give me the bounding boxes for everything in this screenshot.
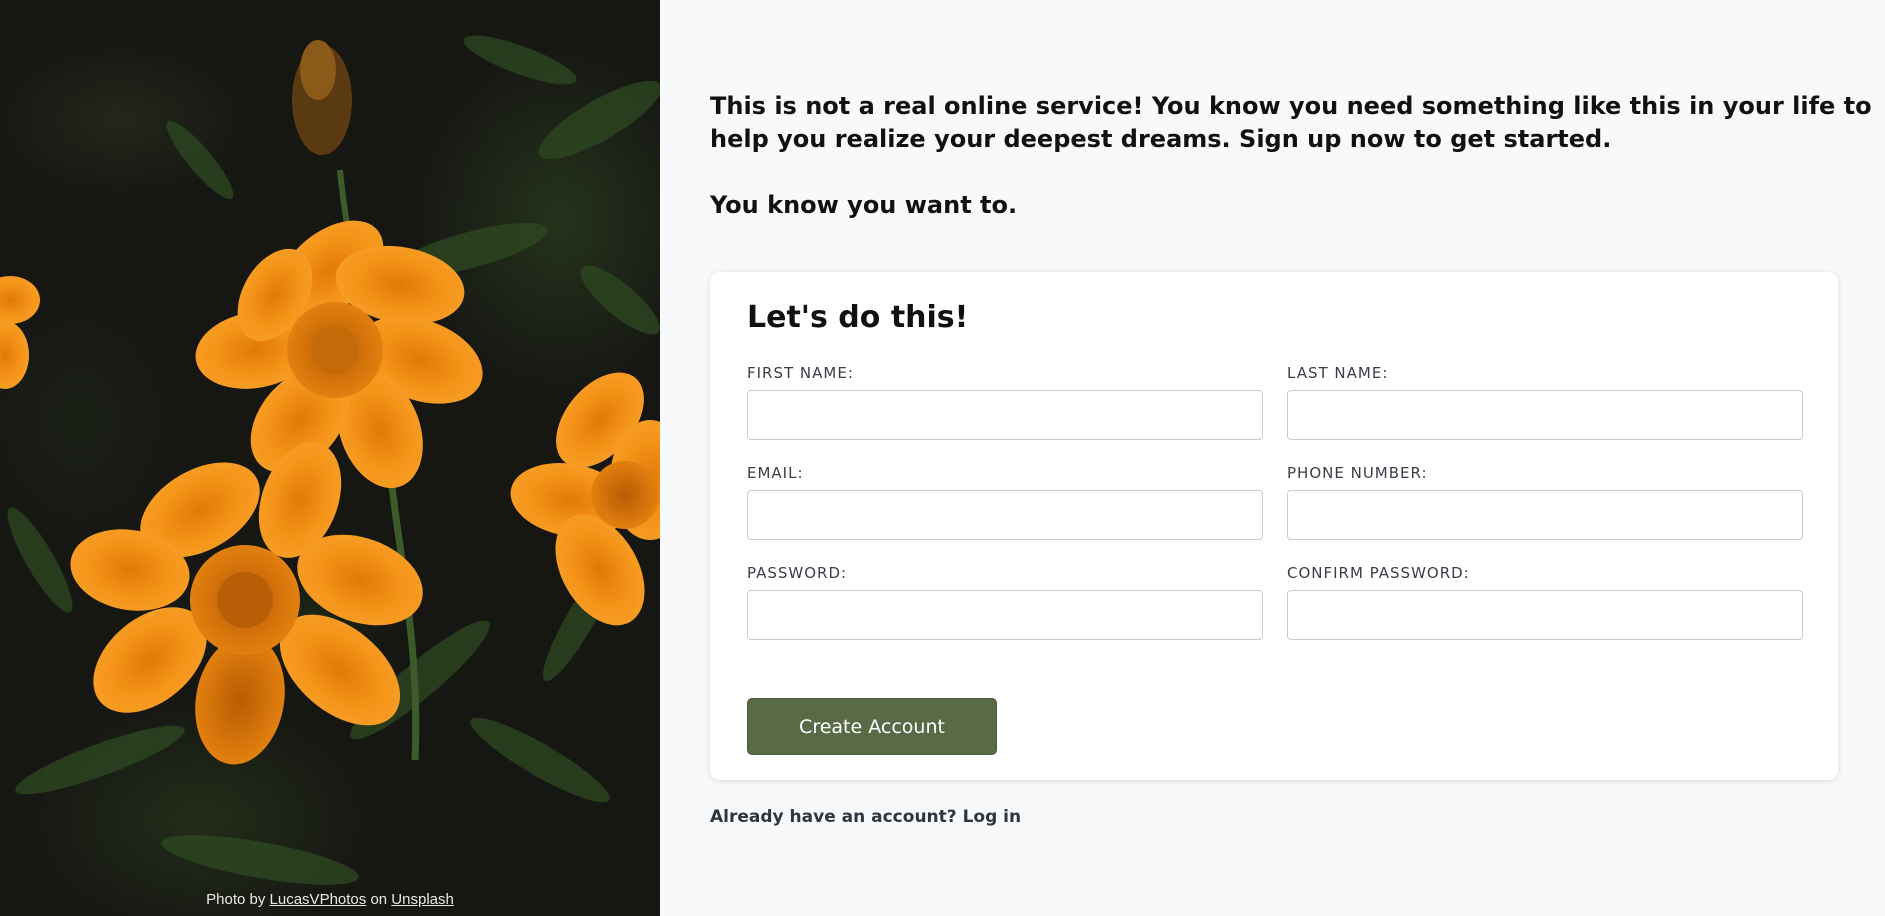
create-account-button[interactable]: Create Account	[747, 698, 997, 755]
login-link[interactable]: Log in	[963, 807, 1022, 827]
login-prompt: Already have an account? Log in	[710, 807, 1021, 827]
intro-paragraph-1: This is not a real online service! You k…	[710, 92, 1872, 153]
email-input[interactable]	[747, 490, 1263, 540]
signup-page: Photo by LucasVPhotos on Unsplash This i…	[0, 0, 1885, 916]
photo-source-link[interactable]: Unsplash	[391, 891, 454, 908]
last-name-input[interactable]	[1287, 390, 1803, 440]
signup-form: Let's do this! FIRST NAME: LAST NAME: EM…	[710, 272, 1838, 780]
flower-left-edge	[0, 276, 40, 389]
password-label: PASSWORD:	[747, 564, 848, 582]
confirm-password-group: CONFIRM PASSWORD:	[1287, 562, 1803, 640]
email-group: EMAIL:	[747, 462, 1263, 540]
phone-label: PHONE NUMBER:	[1287, 464, 1428, 482]
photo-credit-middle: on	[370, 891, 388, 908]
confirm-password-input[interactable]	[1287, 590, 1803, 640]
phone-input[interactable]	[1287, 490, 1803, 540]
password-input[interactable]	[747, 590, 1263, 640]
first-name-input[interactable]	[747, 390, 1263, 440]
intro-paragraph-2: You know you want to.	[710, 191, 1018, 219]
photo-credit-prefix: Photo by	[206, 891, 266, 908]
login-prompt-text: Already have an account?	[710, 807, 957, 827]
phone-group: PHONE NUMBER:	[1287, 462, 1803, 540]
password-group: PASSWORD:	[747, 562, 1263, 640]
marigold-flowers-image	[0, 35, 660, 885]
first-name-group: FIRST NAME:	[747, 362, 1263, 440]
confirm-password-label: CONFIRM PASSWORD:	[1287, 564, 1470, 582]
flower-right	[510, 372, 660, 626]
last-name-group: LAST NAME:	[1287, 362, 1803, 440]
photo-author-link[interactable]: LucasVPhotos	[270, 891, 367, 908]
hero-photo: Photo by LucasVPhotos on Unsplash	[0, 0, 660, 916]
email-label: EMAIL:	[747, 464, 804, 482]
last-name-label: LAST NAME:	[1287, 364, 1389, 382]
first-name-label: FIRST NAME:	[747, 364, 854, 382]
form-heading: Let's do this!	[747, 300, 969, 335]
intro-text: This is not a real online service! You k…	[710, 90, 1885, 222]
photo-credit: Photo by LucasVPhotos on Unsplash	[0, 891, 660, 908]
main-content: This is not a real online service! You k…	[660, 0, 1885, 916]
